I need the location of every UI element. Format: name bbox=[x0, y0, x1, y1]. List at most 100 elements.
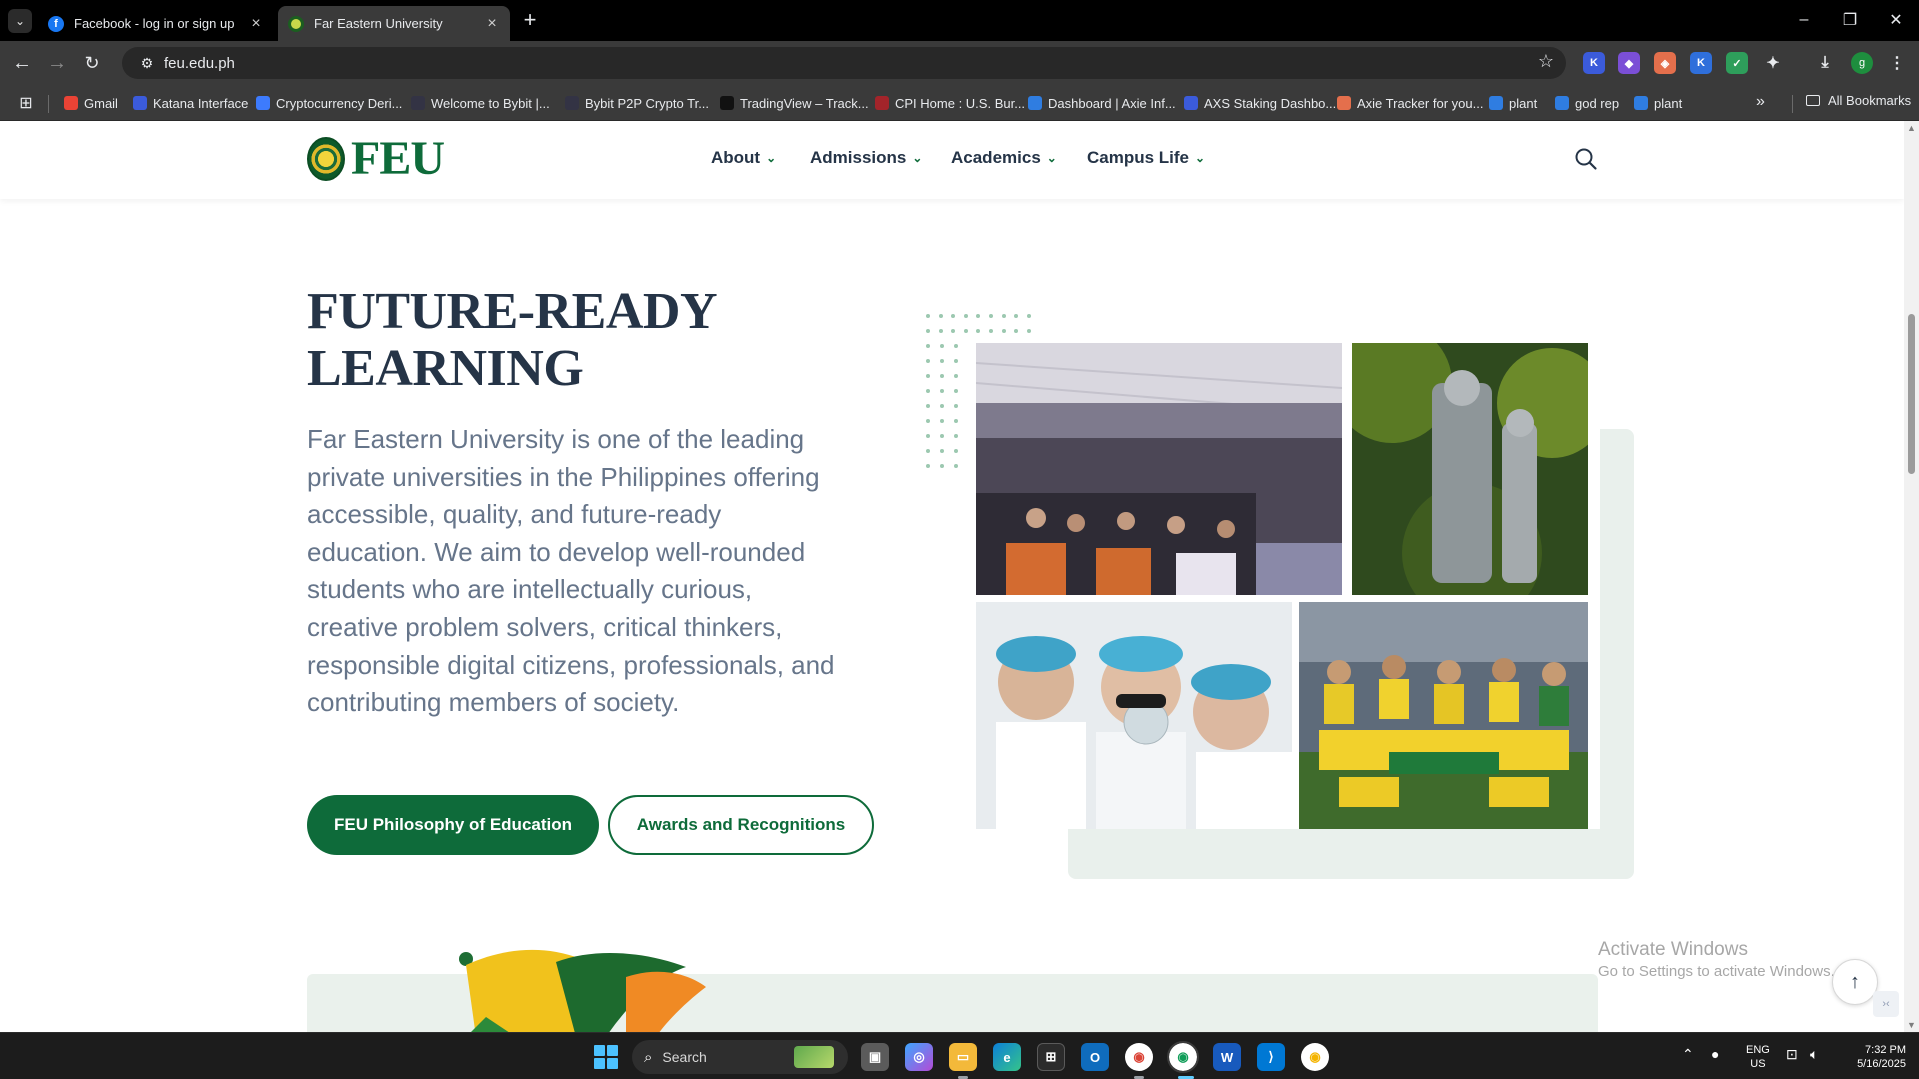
bookmark-item[interactable]: TradingView – Track... bbox=[720, 93, 869, 113]
decorative-dot bbox=[989, 329, 993, 333]
file-explorer-icon[interactable]: ▭ bbox=[949, 1043, 977, 1071]
chrome-icon[interactable]: ◉ bbox=[1125, 1043, 1153, 1071]
decorative-dot bbox=[976, 329, 981, 333]
new-tab-button[interactable]: + bbox=[518, 7, 542, 32]
menu-icon[interactable]: ⋮ bbox=[1886, 52, 1908, 74]
bookmark-item[interactable]: plant bbox=[1489, 93, 1537, 113]
browser-toolbar: ← → ↻ ⚙ feu.edu.ph ☆ K ◆ ◈ K ✓ ✦ ⤓ g ⋮ bbox=[0, 41, 1919, 85]
gmail-icon bbox=[64, 96, 78, 110]
profile-avatar[interactable]: g bbox=[1851, 52, 1873, 74]
site-info-icon[interactable]: ⚙ bbox=[132, 55, 162, 72]
bls-icon bbox=[875, 96, 889, 110]
all-bookmarks-label: All Bookmarks bbox=[1828, 93, 1912, 108]
all-bookmarks-button[interactable]: All Bookmarks bbox=[1806, 93, 1911, 108]
restore-button[interactable]: ❐ bbox=[1830, 6, 1870, 34]
bookmark-item[interactable]: Welcome to Bybit |... bbox=[411, 93, 550, 113]
shield-extension-icon[interactable]: ✓ bbox=[1726, 52, 1748, 74]
show-hidden-icons-chevron-icon[interactable]: ⌃ bbox=[1682, 1046, 1694, 1063]
scroll-to-top-button[interactable]: ↑ bbox=[1832, 959, 1878, 1005]
windows-start-button[interactable] bbox=[594, 1045, 618, 1069]
scroll-up-arrow-icon[interactable]: ▲ bbox=[1907, 123, 1916, 133]
scroll-down-arrow-icon[interactable]: ▼ bbox=[1907, 1020, 1916, 1030]
bookmark-item[interactable]: Cryptocurrency Deri... bbox=[256, 93, 402, 113]
chrome-secondary-icon[interactable]: ◉ bbox=[1301, 1043, 1329, 1071]
chrome-profile-icon[interactable]: ◉ bbox=[1167, 1041, 1199, 1073]
decorative-dot bbox=[954, 404, 958, 408]
back-button[interactable]: ← bbox=[8, 49, 36, 77]
outlook-icon[interactable]: O bbox=[1081, 1043, 1109, 1071]
bookmark-label: AXS Staking Dashbo... bbox=[1204, 95, 1337, 111]
activate-windows-watermark: Activate Windows Go to Settings to activ… bbox=[1598, 939, 1835, 980]
bookmark-item[interactable]: Bybit P2P Crypto Tr... bbox=[565, 93, 709, 113]
extension-icon[interactable]: ◆ bbox=[1618, 52, 1640, 74]
search-icon[interactable] bbox=[1574, 147, 1598, 171]
awards-and-recognitions-button[interactable]: Awards and Recognitions bbox=[608, 795, 874, 855]
reload-button[interactable]: ↻ bbox=[78, 49, 106, 77]
taskbar-search[interactable]: ⌕ Search bbox=[632, 1040, 848, 1074]
metamask-extension-icon[interactable]: ◈ bbox=[1654, 52, 1676, 74]
bookmark-item[interactable]: Dashboard | Axie Inf... bbox=[1028, 93, 1176, 113]
bookmark-label: Katana Interface bbox=[153, 95, 249, 111]
region-code: US bbox=[1750, 1058, 1766, 1070]
edge-icon[interactable]: e bbox=[993, 1043, 1021, 1071]
chevron-down-icon: ⌄ bbox=[766, 151, 777, 165]
close-tab-icon[interactable]: × bbox=[484, 15, 500, 33]
scrollbar-thumb[interactable] bbox=[1908, 314, 1915, 474]
katana-extension-icon[interactable]: K bbox=[1583, 52, 1605, 74]
feu-logo[interactable]: FEU bbox=[307, 135, 445, 183]
bookmark-item[interactable]: CPI Home : U.S. Bur... bbox=[875, 93, 1025, 113]
nav-about[interactable]: About ⌄ bbox=[711, 148, 776, 168]
close-tab-icon[interactable]: × bbox=[248, 15, 264, 33]
bookmark-item[interactable]: Gmail bbox=[64, 93, 118, 113]
k-extension-icon[interactable]: K bbox=[1690, 52, 1712, 74]
chevron-down-icon: ⌄ bbox=[1195, 151, 1206, 165]
copilot-icon[interactable]: ◎ bbox=[905, 1043, 933, 1071]
bookmark-item[interactable]: Axie Tracker for you... bbox=[1337, 93, 1483, 113]
tab-title: Far Eastern University bbox=[314, 16, 443, 31]
bookmark-item[interactable]: AXS Staking Dashbo... bbox=[1184, 93, 1336, 113]
language-indicator[interactable]: ENG US bbox=[1746, 1043, 1770, 1071]
decorative-dot bbox=[954, 449, 958, 453]
close-window-button[interactable]: ✕ bbox=[1876, 6, 1916, 34]
more-bookmarks-icon[interactable]: » bbox=[1756, 93, 1765, 111]
bookmark-item[interactable]: plant bbox=[1634, 93, 1682, 113]
url-text[interactable]: feu.edu.ph bbox=[164, 55, 235, 72]
tradingview-icon bbox=[720, 96, 734, 110]
network-icon[interactable]: ⊡ bbox=[1786, 1046, 1798, 1063]
decorative-dot bbox=[940, 434, 944, 438]
bybit-icon bbox=[565, 96, 579, 110]
tab-facebook[interactable]: f Facebook - log in or sign up × bbox=[38, 6, 274, 41]
volume-icon[interactable]: 🔈︎ bbox=[1810, 1046, 1818, 1063]
task-view-icon[interactable]: ▣ bbox=[861, 1043, 889, 1071]
word-icon[interactable]: W bbox=[1213, 1043, 1241, 1071]
decorative-dot bbox=[1001, 329, 1006, 333]
decorative-dot bbox=[926, 314, 930, 318]
bookmark-star-icon[interactable]: ☆ bbox=[1538, 51, 1554, 72]
tab-search-button[interactable]: ⌄ bbox=[8, 9, 32, 33]
download-icon[interactable]: ⤓ bbox=[1814, 52, 1836, 74]
page-scrollbar[interactable]: ▲ ▼ bbox=[1904, 121, 1919, 1032]
extensions-puzzle-icon[interactable]: ✦ bbox=[1762, 52, 1784, 74]
nav-academics[interactable]: Academics ⌄ bbox=[951, 148, 1057, 168]
minimize-button[interactable]: – bbox=[1784, 6, 1824, 34]
axie-icon bbox=[1489, 96, 1503, 110]
microsoft-store-icon[interactable]: ⊞ bbox=[1037, 1043, 1065, 1071]
decorative-dot bbox=[954, 464, 958, 468]
apps-grid-icon[interactable]: ⊞ bbox=[16, 93, 36, 113]
decorative-dot bbox=[938, 314, 943, 318]
bookmark-label: CPI Home : U.S. Bur... bbox=[895, 95, 1026, 111]
feu-favicon-icon bbox=[288, 15, 304, 32]
antivirus-tray-icon[interactable]: ● bbox=[1711, 1046, 1719, 1062]
decorative-dot bbox=[940, 404, 944, 408]
clock[interactable]: 7:32 PM 5/16/2025 bbox=[1840, 1043, 1906, 1071]
nav-campus-life[interactable]: Campus Life ⌄ bbox=[1087, 148, 1205, 168]
vscode-icon[interactable]: ⟩ bbox=[1257, 1043, 1285, 1071]
philosophy-of-education-button[interactable]: FEU Philosophy of Education bbox=[307, 795, 599, 855]
tab-far-eastern-university[interactable]: Far Eastern University × bbox=[278, 6, 510, 41]
bookmark-item[interactable]: god rep bbox=[1555, 93, 1619, 113]
bookmark-item[interactable]: Katana Interface bbox=[133, 93, 248, 113]
forward-button[interactable]: → bbox=[43, 49, 71, 77]
nav-admissions[interactable]: Admissions ⌄ bbox=[810, 148, 922, 168]
chat-widget-icon[interactable]: ›‹ bbox=[1873, 991, 1899, 1017]
address-bar[interactable]: ⚙ feu.edu.ph ☆ bbox=[122, 47, 1566, 79]
